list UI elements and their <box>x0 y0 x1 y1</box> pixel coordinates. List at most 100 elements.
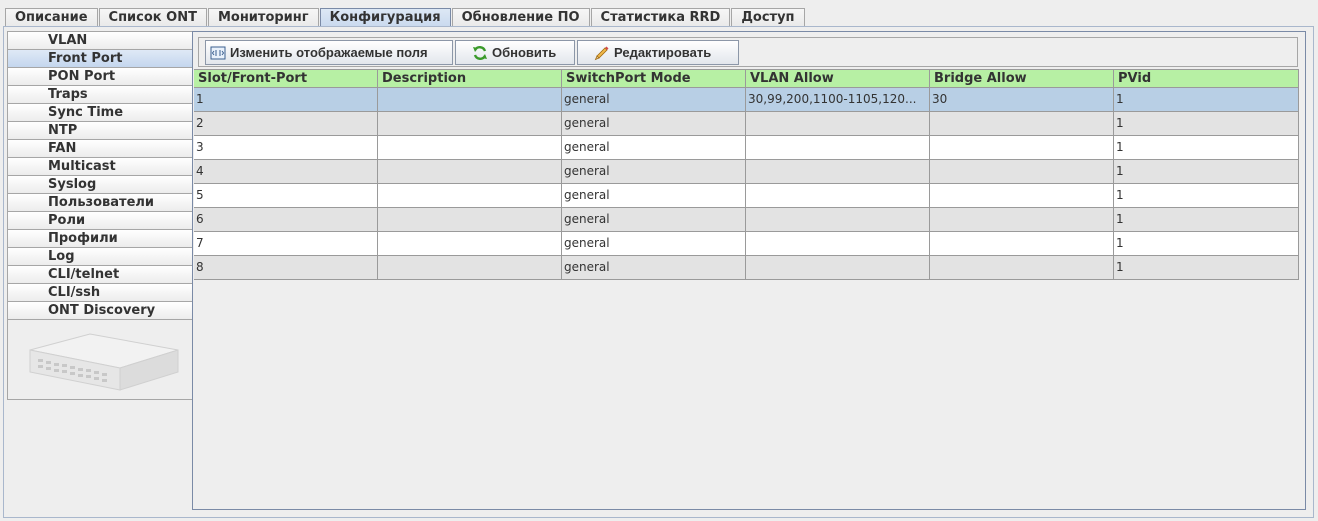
sidebar-item-12[interactable]: Log <box>8 248 193 266</box>
table-cell: general <box>562 88 746 111</box>
table-cell <box>930 184 1114 207</box>
table-cell <box>746 232 930 255</box>
sidebar-item-2[interactable]: PON Port <box>8 68 193 86</box>
edit-button[interactable]: Редактировать <box>577 40 739 65</box>
tab-0[interactable]: Описание <box>5 8 98 27</box>
column-header-3[interactable]: VLAN Allow <box>746 70 930 87</box>
table-row[interactable]: 1 general 30,99,200,1100-1105,120... 30 1 <box>194 88 1299 112</box>
sidebar-item-4[interactable]: Sync Time <box>8 104 193 122</box>
table-cell: general <box>562 160 746 183</box>
table-cell <box>378 88 562 111</box>
change-fields-label: Изменить отображаемые поля <box>230 45 428 60</box>
table-row[interactable]: 8 general 1 <box>194 256 1299 280</box>
table-cell: 1 <box>1114 208 1299 231</box>
table-cell: 4 <box>194 160 378 183</box>
sidebar: VLAN Front Port PON Port Traps Sync Time NTP F… <box>7 31 193 400</box>
sidebar-item-0[interactable]: VLAN <box>8 32 193 50</box>
tab-2[interactable]: Мониторинг <box>207 8 319 27</box>
table-cell: 7 <box>194 232 378 255</box>
table-cell: 2 <box>194 112 378 135</box>
toolbar: Изменить отображаемые поля Обновить Реда… <box>198 37 1298 67</box>
table-cell <box>378 136 562 159</box>
table-cell: 1 <box>1114 256 1299 279</box>
switch-device-icon <box>29 333 179 391</box>
table-cell <box>378 232 562 255</box>
table-cell <box>930 160 1114 183</box>
table-cell: 1 <box>194 88 378 111</box>
sidebar-item-10[interactable]: Роли <box>8 212 193 230</box>
table-cell <box>378 184 562 207</box>
table-row[interactable]: 5 general 1 <box>194 184 1299 208</box>
table-cell: general <box>562 208 746 231</box>
table-cell <box>930 208 1114 231</box>
table-row[interactable]: 3 general 1 <box>194 136 1299 160</box>
tab-6[interactable]: Доступ <box>731 8 805 27</box>
table-cell <box>378 208 562 231</box>
sidebar-item-8[interactable]: Syslog <box>8 176 193 194</box>
table-cell <box>930 112 1114 135</box>
table-cell <box>378 256 562 279</box>
tab-1[interactable]: Список ONT <box>98 8 207 27</box>
table-cell <box>746 184 930 207</box>
sidebar-item-11[interactable]: Профили <box>8 230 193 248</box>
refresh-icon <box>473 45 487 60</box>
sidebar-item-6[interactable]: FAN <box>8 140 193 158</box>
table-cell: general <box>562 112 746 135</box>
table-row[interactable]: 2 general 1 <box>194 112 1299 136</box>
tab-5[interactable]: Статистика RRD <box>590 8 731 27</box>
refresh-button[interactable]: Обновить <box>455 40 575 65</box>
column-header-1[interactable]: Description <box>378 70 562 87</box>
tab-3[interactable]: Конфигурация <box>319 8 451 27</box>
table-cell: 1 <box>1114 88 1299 111</box>
table-cell: 6 <box>194 208 378 231</box>
table-cell: 1 <box>1114 136 1299 159</box>
table-cell <box>930 256 1114 279</box>
table-cell: general <box>562 256 746 279</box>
top-tab-bar: Описание Список ONT Мониторинг Конфигурация… <box>5 8 806 27</box>
main-panel: Изменить отображаемые поля Обновить Реда… <box>192 31 1306 510</box>
table-header-row: Slot/Front-Port Description SwitchPort Mod… <box>194 69 1299 88</box>
table-cell: 1 <box>1114 112 1299 135</box>
sidebar-item-15[interactable]: ONT Discovery <box>8 302 193 320</box>
sidebar-item-5[interactable]: NTP <box>8 122 193 140</box>
table-cell: 3 <box>194 136 378 159</box>
table-cell <box>746 160 930 183</box>
table-cell: 1 <box>1114 160 1299 183</box>
column-header-2[interactable]: SwitchPort Mode <box>562 70 746 87</box>
table-row[interactable]: 6 general 1 <box>194 208 1299 232</box>
table-cell <box>930 232 1114 255</box>
table-cell: 5 <box>194 184 378 207</box>
column-header-0[interactable]: Slot/Front-Port <box>194 70 378 87</box>
table-cell: 30,99,200,1100-1105,120... <box>746 88 930 111</box>
table-cell: 1 <box>1114 232 1299 255</box>
table-cell: general <box>562 136 746 159</box>
pencil-icon <box>594 46 609 60</box>
table-cell: general <box>562 184 746 207</box>
column-header-4[interactable]: Bridge Allow <box>930 70 1114 87</box>
table-row[interactable]: 7 general 1 <box>194 232 1299 256</box>
table-cell: 30 <box>930 88 1114 111</box>
table-row[interactable]: 4 general 1 <box>194 160 1299 184</box>
change-fields-button[interactable]: Изменить отображаемые поля <box>205 40 453 65</box>
table-cell <box>378 112 562 135</box>
sidebar-item-14[interactable]: CLI/ssh <box>8 284 193 302</box>
table-cell <box>746 256 930 279</box>
sidebar-item-9[interactable]: Пользователи <box>8 194 193 212</box>
refresh-label: Обновить <box>492 45 557 60</box>
ports-table: Slot/Front-Port Description SwitchPort Mod… <box>194 69 1299 280</box>
table-cell: general <box>562 232 746 255</box>
table-cell <box>746 112 930 135</box>
table-cell: 1 <box>1114 184 1299 207</box>
table-cell <box>930 136 1114 159</box>
edit-label: Редактировать <box>614 45 712 60</box>
column-header-5[interactable]: PVid <box>1114 70 1299 87</box>
sidebar-item-7[interactable]: Multicast <box>8 158 193 176</box>
table-cell <box>746 208 930 231</box>
table-cell <box>746 136 930 159</box>
tab-4[interactable]: Обновление ПО <box>451 8 590 27</box>
table-cell: 8 <box>194 256 378 279</box>
sidebar-item-1[interactable]: Front Port <box>8 50 193 68</box>
sidebar-item-13[interactable]: CLI/telnet <box>8 266 193 284</box>
table-cell <box>378 160 562 183</box>
sidebar-item-3[interactable]: Traps <box>8 86 193 104</box>
